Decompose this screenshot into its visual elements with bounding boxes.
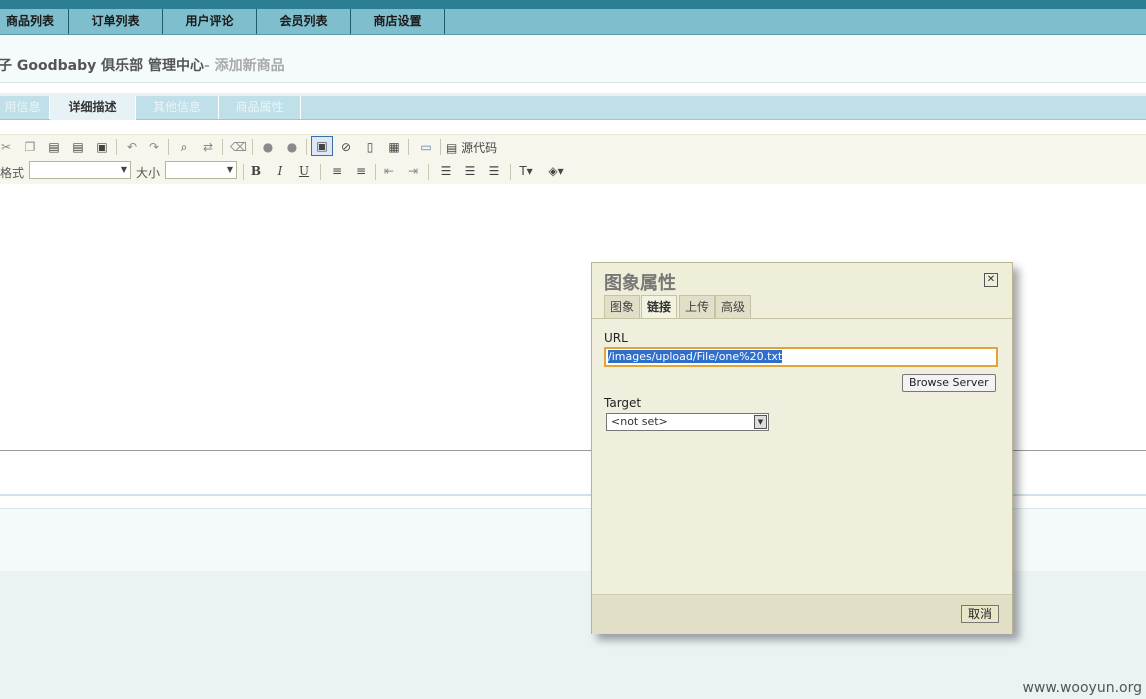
page-title: 子 Goodbaby 俱乐部 管理中心- 添加新商品 (0, 55, 285, 75)
undo-icon[interactable]: ↶ (124, 139, 140, 155)
toolbar-separator (168, 139, 169, 155)
url-label: URL (604, 331, 628, 345)
smiley-icon[interactable]: ▭ (418, 139, 434, 155)
target-select[interactable]: <not set> ▼ (606, 413, 769, 431)
table-icon[interactable]: ▦ (386, 139, 402, 155)
toolbar-separator (440, 139, 441, 155)
bulleted-list-icon[interactable]: ≡ (353, 163, 369, 179)
bold-icon[interactable]: B (248, 163, 264, 179)
chevron-down-icon: ▼ (120, 165, 128, 174)
target-label: Target (604, 396, 642, 410)
url-input[interactable]: /images/upload/File/one%20.txt (604, 347, 998, 367)
tab-product-attributes[interactable]: 商品属性 (219, 96, 301, 119)
chevron-down-icon: ▼ (226, 165, 234, 174)
nav-item-products[interactable]: 商品列表 (0, 9, 69, 34)
tab-general-info[interactable]: 用信息 (0, 96, 50, 119)
toolbar-separator (252, 139, 253, 155)
page-subtitle: - 添加新商品 (204, 58, 285, 74)
main-nav: 商品列表 订单列表 用户评论 会员列表 商店设置 (0, 9, 1146, 35)
source-label: 源代码 (461, 141, 498, 155)
toolbar-separator (222, 139, 223, 155)
remove-format-icon[interactable]: ⌫ (230, 139, 247, 155)
size-label: 大小 (136, 166, 161, 180)
dialog-tab-link[interactable]: 链接 (641, 295, 678, 319)
toolbar-separator (116, 139, 117, 155)
source-icon: ▤ (446, 141, 458, 155)
unlink-icon[interactable]: ● (284, 139, 300, 155)
paste-text-icon[interactable]: ▤ (70, 139, 86, 155)
toolbar-separator (243, 164, 244, 180)
format-select[interactable]: ▼ (29, 161, 131, 179)
background-color-icon[interactable]: ◈▾ (548, 163, 564, 179)
toolbar-separator (510, 164, 511, 180)
image-button[interactable]: ▣ (311, 136, 333, 156)
toolbar-separator (375, 164, 376, 180)
ordered-list-icon[interactable]: ≡ (329, 163, 345, 179)
paste-icon[interactable]: ▤ (46, 139, 62, 155)
format-label: 格式 (0, 166, 25, 180)
nav-item-shop-settings[interactable]: 商店设置 (351, 9, 445, 34)
outdent-icon[interactable]: ⇤ (381, 163, 397, 179)
chevron-down-icon: ▼ (754, 415, 767, 429)
nav-item-members[interactable]: 会员列表 (257, 9, 351, 34)
dialog-tab-advanced[interactable]: 高级 (715, 295, 752, 318)
toolbar-separator (306, 139, 307, 155)
browse-server-button[interactable]: Browse Server (902, 374, 996, 392)
cut-icon[interactable]: ✂ (0, 139, 14, 155)
italic-icon[interactable]: I (272, 163, 288, 179)
url-value: /images/upload/File/one%20.txt (608, 350, 783, 363)
paste-word-icon[interactable]: ▣ (94, 139, 110, 155)
close-icon[interactable]: ✕ (984, 273, 998, 287)
dialog-tab-image[interactable]: 图象 (604, 295, 641, 318)
dialog-tab-upload[interactable]: 上传 (679, 295, 716, 318)
underline-icon[interactable]: U (296, 163, 312, 179)
page-icon[interactable]: ▯ (362, 139, 378, 155)
align-center-icon[interactable]: ☰ (462, 163, 478, 179)
toolbar-separator (428, 164, 429, 180)
text-color-icon[interactable]: T▾ (518, 163, 534, 179)
flash-icon[interactable]: ⊘ (338, 139, 354, 155)
page-title-main: 子 Goodbaby 俱乐部 管理中心 (0, 58, 204, 74)
copy-icon[interactable]: ❐ (22, 139, 38, 155)
watermark: www.wooyun.org (1022, 680, 1142, 696)
dialog-title: 图象属性 (604, 273, 676, 294)
align-right-icon[interactable]: ☰ (486, 163, 502, 179)
find-icon[interactable]: ⌕ (176, 139, 192, 155)
link-icon[interactable]: ● (260, 139, 276, 155)
indent-icon[interactable]: ⇥ (405, 163, 421, 179)
redo-icon[interactable]: ↷ (146, 139, 162, 155)
nav-item-orders[interactable]: 订单列表 (69, 9, 163, 34)
size-select[interactable]: ▼ (165, 161, 237, 179)
align-left-icon[interactable]: ☰ (438, 163, 454, 179)
tab-detail-description[interactable]: 详细描述 (50, 96, 136, 120)
target-value: <not set> (611, 415, 668, 428)
dialog-footer (592, 594, 1012, 634)
toolbar-separator (320, 164, 321, 180)
image-properties-dialog: 图象属性 ✕ 图象 链接 上传 高级 URL /images/upload/Fi… (591, 262, 1013, 634)
nav-item-comments[interactable]: 用户评论 (163, 9, 257, 34)
image-icon: ▣ (316, 139, 328, 153)
toolbar-separator (408, 139, 409, 155)
cancel-button[interactable]: 取消 (961, 605, 1000, 623)
source-button[interactable]: ▤ 源代码 (446, 139, 497, 156)
editor-toolbar: ✂ ❐ ▤ ▤ ▣ ↶ ↷ ⌕ ⇄ ⌫ ● ● ⊘ ▯ ▦ ▭ 格式 ▼ 大小 … (0, 134, 1146, 185)
tab-other-info[interactable]: 其他信息 (136, 96, 219, 119)
replace-icon[interactable]: ⇄ (200, 139, 216, 155)
top-bar (0, 0, 1146, 9)
